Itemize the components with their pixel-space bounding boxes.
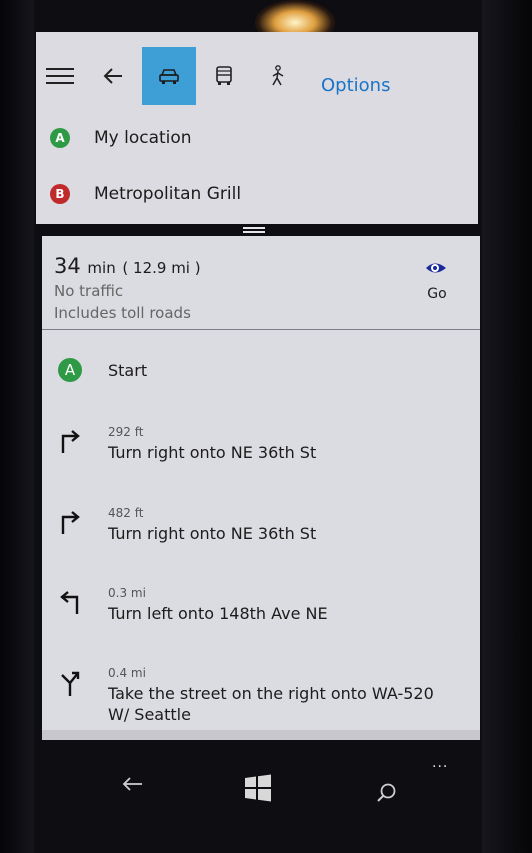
go-label: Go bbox=[427, 286, 447, 302]
step-distance: 0.3 mi bbox=[108, 586, 146, 600]
direction-step[interactable]: 0.4 mi Take the street on the right onto… bbox=[42, 665, 480, 735]
direction-step[interactable]: 0.3 mi Turn left onto 148th Ave NE bbox=[42, 585, 480, 645]
direction-step[interactable]: A Start bbox=[42, 358, 480, 398]
app-bar-edge bbox=[42, 730, 480, 740]
end-badge: B bbox=[50, 184, 70, 204]
direction-step[interactable]: 292 ft Turn right onto NE 36th St bbox=[42, 424, 480, 484]
bus-mode-button[interactable] bbox=[204, 47, 244, 105]
directions-panel: 34 min ( 12.9 mi ) No traffic Includes t… bbox=[42, 236, 480, 740]
toll-note: Includes toll roads bbox=[54, 304, 191, 322]
step-text: Start bbox=[108, 361, 148, 380]
start-badge: A bbox=[50, 128, 70, 148]
start-location-label: My location bbox=[94, 128, 192, 148]
turn-right-icon bbox=[58, 428, 82, 458]
step-distance: 292 ft bbox=[108, 425, 144, 439]
walk-icon bbox=[270, 65, 286, 87]
turn-left-icon bbox=[58, 589, 82, 619]
search-icon[interactable] bbox=[376, 782, 398, 808]
duration-value: 34 bbox=[54, 254, 81, 278]
step-text: Turn left onto 148th Ave NE bbox=[108, 604, 328, 623]
bus-icon bbox=[215, 66, 233, 86]
panel-resize-handle[interactable] bbox=[243, 225, 265, 235]
divider bbox=[42, 329, 480, 330]
options-link[interactable]: Options bbox=[321, 75, 390, 96]
turn-right-icon bbox=[58, 509, 82, 539]
car-mode-button[interactable] bbox=[142, 47, 196, 105]
phone-bezel-right bbox=[482, 0, 532, 853]
hamburger-menu-icon[interactable] bbox=[36, 47, 84, 105]
toolbar: Options bbox=[36, 47, 478, 105]
route-distance: ( 12.9 mi ) bbox=[122, 259, 201, 277]
windows-start-icon[interactable] bbox=[244, 774, 272, 806]
step-text: Turn right onto NE 36th St bbox=[108, 443, 317, 462]
start-badge: A bbox=[58, 358, 82, 382]
duration: 34 min ( 12.9 mi ) bbox=[54, 254, 201, 278]
start-location-row[interactable]: A My location bbox=[50, 128, 192, 148]
back-icon[interactable] bbox=[122, 776, 144, 796]
step-distance: 0.4 mi bbox=[108, 666, 146, 680]
step-text: Turn right onto NE 36th St bbox=[108, 524, 317, 543]
end-location-row[interactable]: B Metropolitan Grill bbox=[50, 184, 241, 204]
car-icon bbox=[158, 67, 180, 85]
route-summary: 34 min ( 12.9 mi ) No traffic Includes t… bbox=[54, 254, 201, 322]
go-icon bbox=[424, 263, 450, 282]
back-arrow-icon[interactable] bbox=[92, 47, 134, 105]
phone-bezel-left bbox=[0, 0, 34, 853]
system-nav-bar bbox=[0, 770, 532, 810]
walk-mode-button[interactable] bbox=[258, 47, 298, 105]
more-options-button[interactable]: ... bbox=[432, 755, 448, 771]
keep-right-fork-icon bbox=[58, 669, 82, 701]
duration-unit: min bbox=[87, 259, 116, 277]
direction-step[interactable]: 482 ft Turn right onto NE 36th St bbox=[42, 505, 480, 565]
step-text: Take the street on the right onto WA-520… bbox=[108, 684, 434, 724]
go-button[interactable]: Go bbox=[424, 258, 450, 302]
traffic-status: No traffic bbox=[54, 282, 124, 300]
end-location-label: Metropolitan Grill bbox=[94, 184, 242, 204]
route-panel: Options A My location B Metropolitan Gri… bbox=[36, 32, 478, 224]
step-distance: 482 ft bbox=[108, 506, 144, 520]
